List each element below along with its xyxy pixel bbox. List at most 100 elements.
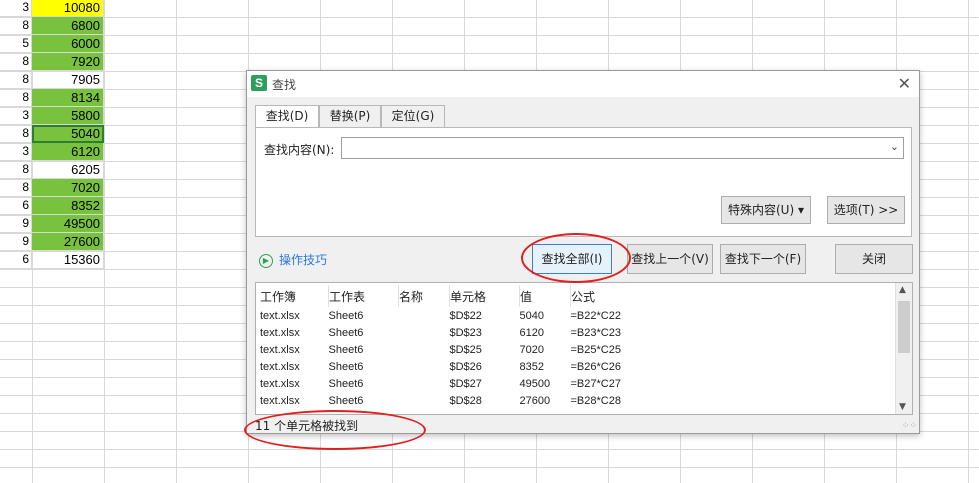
cell-sheet: Sheet6 [328,377,364,390]
cell[interactable]: 5 [0,35,32,53]
tips-label: 操作技巧 [279,253,328,267]
cell[interactable]: 5040 [32,125,104,143]
column-header-workbook[interactable]: 工作簿 [260,285,329,307]
cell[interactable]: 6 [0,251,32,269]
cell-sheet: Sheet6 [328,360,364,373]
cell[interactable]: 9 [0,215,32,233]
find-all-button[interactable]: 查找全部(I) [532,244,612,274]
cell-name [399,341,450,358]
cell-formula: =B28*C28 [570,394,621,407]
cell-address: $D$25 [449,343,482,356]
status-text: 11 个单元格被找到 [255,419,359,433]
cell[interactable]: 3 [0,143,32,161]
cell[interactable]: 8 [0,125,32,143]
cell[interactable]: 7020 [32,179,104,197]
wps-sheet-icon: S [251,75,267,91]
cell-workbook: text.xlsx [260,343,300,356]
vertical-scrollbar[interactable]: ▲ ▼ [895,283,912,414]
cell[interactable]: 8 [0,89,32,107]
cell-sheet: Sheet6 [328,309,364,322]
cell[interactable]: 5800 [32,107,104,125]
cell-address: $D$26 [449,360,482,373]
cell[interactable]: 8 [0,161,32,179]
cell[interactable]: 6 [0,197,32,215]
cell[interactable]: 9 [0,233,32,251]
column-header-sheet[interactable]: 工作表 [328,285,399,307]
cell[interactable]: 27600 [32,233,104,251]
close-icon[interactable]: ✕ [898,74,911,93]
column-header-cell[interactable]: 单元格 [449,285,520,307]
cell[interactable]: 8352 [32,197,104,215]
table-row[interactable]: text.xlsx Sheet6 $D$25 7020 =B25*C25 [260,341,661,358]
cell-formula: =B22*C22 [570,309,621,322]
table-row[interactable]: text.xlsx Sheet6 $D$23 6120 =B23*C23 [260,324,661,341]
table-row[interactable]: text.xlsx Sheet6 $D$22 5040 =B22*C22 [260,307,661,324]
cell[interactable]: 8 [0,53,32,71]
tab-replace[interactable]: 替换(P) [319,105,381,127]
cell-formula: =B26*C26 [570,360,621,373]
cell[interactable]: 49500 [32,215,104,233]
cell-address: $D$22 [449,309,482,322]
cell[interactable]: 3 [0,0,32,17]
scroll-down-icon[interactable]: ▼ [899,402,906,412]
cell[interactable]: 6800 [32,17,104,35]
find-previous-button[interactable]: 查找上一个(V) [627,244,713,274]
scrollbar-thumb[interactable] [898,301,910,353]
cell-name [399,358,450,375]
dialog-titlebar[interactable]: S 查找 ✕ [247,71,919,97]
column-header-value[interactable]: 值 [519,285,571,307]
cell-value: 27600 [519,394,551,407]
cell[interactable]: 6000 [32,35,104,53]
find-next-button[interactable]: 查找下一个(F) [720,244,806,274]
cell-workbook: text.xlsx [260,309,300,322]
cell-workbook: text.xlsx [260,360,300,373]
results-header-row: 工作簿 工作表 名称 单元格 值 公式 [260,285,661,307]
cell-workbook: text.xlsx [260,326,300,339]
find-content-input[interactable]: ⌄ [341,137,904,159]
results-table: 工作簿 工作表 名称 单元格 值 公式 text.xlsx Sheet6 $D$… [260,285,661,409]
tab-goto[interactable]: 定位(G) [381,105,445,127]
cell-workbook: text.xlsx [260,394,300,407]
cell[interactable]: 3 [0,107,32,125]
cell-address: $D$27 [449,377,482,390]
cell-workbook: text.xlsx [260,377,300,390]
cell-address: $D$23 [449,326,482,339]
cell[interactable]: 8 [0,17,32,35]
cell[interactable]: 8 [0,71,32,89]
table-row[interactable]: text.xlsx Sheet6 $D$26 8352 =B26*C26 [260,358,661,375]
column-d[interactable]: 10080 6800 6000 7920 7905 8134 5800 5040… [32,0,104,269]
column-header-formula[interactable]: 公式 [571,285,662,307]
tips-link[interactable]: ▶ 操作技巧 [259,251,327,268]
table-row[interactable]: text.xlsx Sheet6 $D$28 27600 =B28*C28 [260,392,661,409]
cell[interactable]: 6120 [32,143,104,161]
cell[interactable]: 7905 [32,71,104,89]
cell[interactable]: 6205 [32,161,104,179]
tab-find[interactable]: 查找(D) [255,105,319,129]
cell[interactable]: 7920 [32,53,104,71]
options-button[interactable]: 选项(T) >> [827,196,905,224]
find-content-label: 查找内容(N): [264,143,335,157]
cell-name [399,392,450,409]
chevron-down-icon[interactable]: ⌄ [890,140,899,153]
table-row[interactable]: text.xlsx Sheet6 $D$27 49500 =B27*C27 [260,375,661,392]
special-content-button[interactable]: 特殊内容(U) ▾ [721,196,811,224]
cell-sheet: Sheet6 [328,326,364,339]
cell[interactable]: 15360 [32,251,104,269]
cell-name [399,324,450,341]
resize-grip-icon[interactable]: ⁘⁘ [902,421,917,431]
scroll-up-icon[interactable]: ▲ [899,285,906,295]
cell-name [399,307,450,324]
cell[interactable]: 8134 [32,89,104,107]
close-button[interactable]: 关闭 [835,244,913,274]
cell-value: 8352 [519,360,544,373]
cell-sheet: Sheet6 [328,343,364,356]
dialog-title: 查找 [272,78,297,92]
play-circle-icon: ▶ [259,253,273,268]
cell[interactable]: 8 [0,179,32,197]
results-list[interactable]: 工作簿 工作表 名称 单元格 值 公式 text.xlsx Sheet6 $D$… [255,282,913,415]
cell-value: 6120 [519,326,544,339]
column-header-name[interactable]: 名称 [398,285,450,307]
cell-value: 7020 [519,343,544,356]
cell[interactable]: 10080 [32,0,104,17]
column-c[interactable]: 3 8 5 8 8 8 3 8 3 8 8 6 9 9 6 [0,0,32,269]
